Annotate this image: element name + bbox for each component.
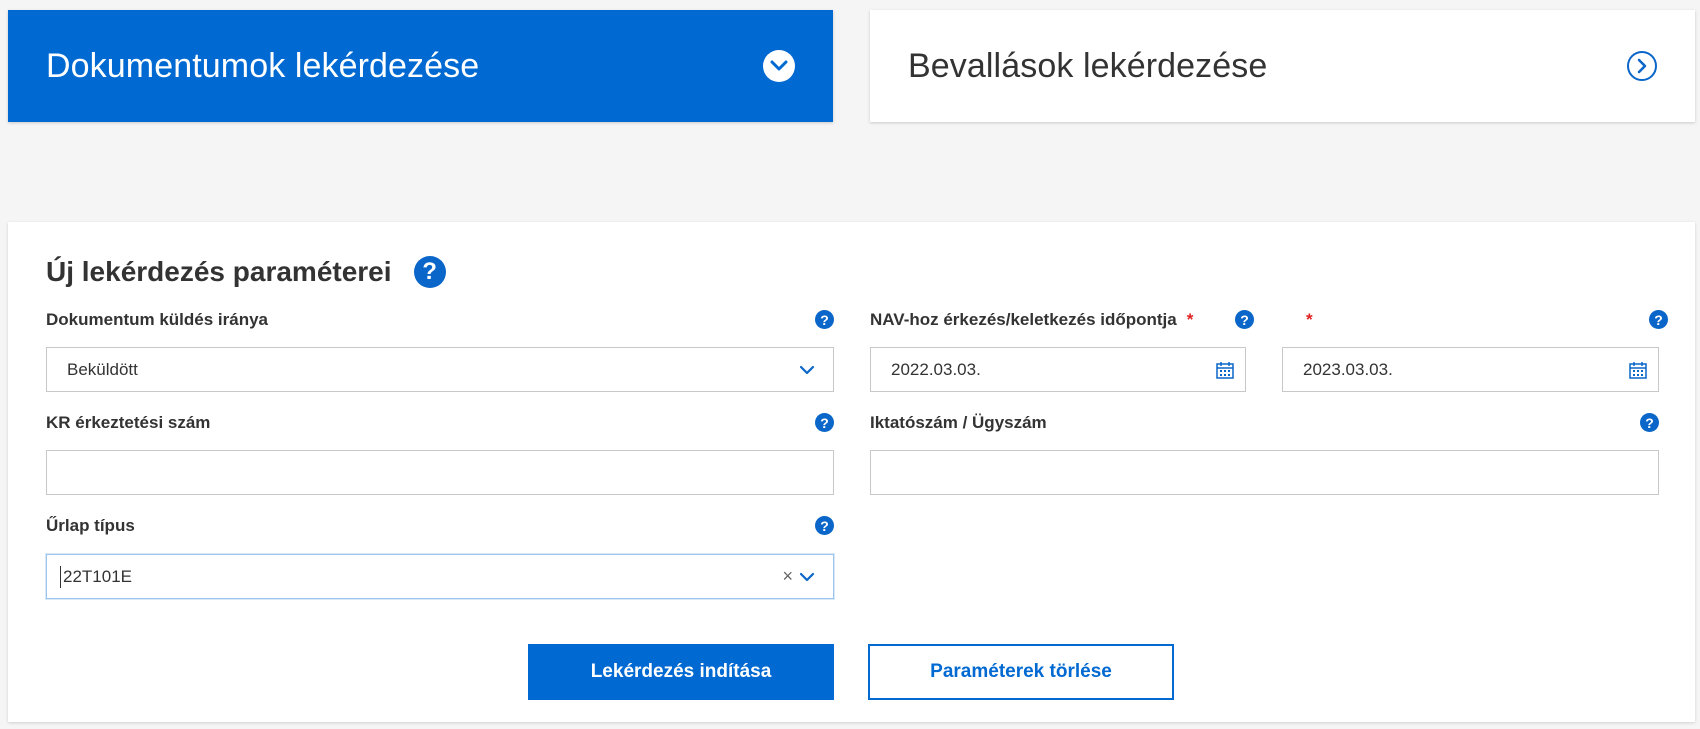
- panel-title-text: Új lekérdezés paraméterei: [46, 256, 392, 287]
- required-marker: *: [1306, 310, 1313, 329]
- tab-returns-query[interactable]: Bevallások lekérdezése: [870, 10, 1695, 122]
- start-query-button[interactable]: Lekérdezés indítása: [528, 644, 834, 700]
- date-to-input[interactable]: 2023.03.03.: [1282, 347, 1659, 392]
- date-from-input[interactable]: 2022.03.03.: [870, 347, 1246, 392]
- direction-select[interactable]: Beküldött: [46, 347, 834, 392]
- form-type-label: Űrlap típus: [46, 516, 135, 535]
- clear-icon[interactable]: ×: [782, 566, 793, 587]
- required-marker: *: [1186, 310, 1194, 329]
- date-field: NAV-hoz érkezés/keletkezés időpontja * ?: [870, 309, 1255, 331]
- direction-label: Dokumentum küldés iránya: [46, 310, 269, 329]
- clear-parameters-button[interactable]: Paraméterek törlése: [868, 644, 1174, 700]
- calendar-icon[interactable]: [1628, 360, 1648, 385]
- tab-documents-query[interactable]: Dokumentumok lekérdezése: [8, 10, 833, 122]
- calendar-icon[interactable]: [1215, 360, 1235, 385]
- help-icon[interactable]: ?: [1235, 310, 1254, 329]
- kr-number-input[interactable]: [46, 450, 834, 495]
- help-icon[interactable]: ?: [413, 256, 446, 288]
- form-type-select[interactable]: 22T101E ×: [46, 554, 834, 599]
- help-icon[interactable]: ?: [815, 516, 834, 535]
- date-to-value: 2023.03.03.: [1303, 359, 1393, 379]
- direction-value: Beküldött: [67, 359, 138, 379]
- tab-returns-title: Bevallások lekérdezése: [908, 46, 1268, 85]
- date-label: NAV-hoz érkezés/keletkezés időpontja: [870, 310, 1177, 329]
- date-from-value: 2022.03.03.: [891, 359, 981, 379]
- help-icon[interactable]: ?: [815, 310, 834, 329]
- panel-title: Új lekérdezés paraméterei ?: [46, 256, 446, 288]
- text-cursor: [60, 565, 61, 588]
- form-type-value: 22T101E: [63, 566, 132, 586]
- chevron-down-icon[interactable]: [799, 568, 815, 588]
- chevron-down-icon[interactable]: [799, 361, 815, 381]
- date-to-field: * ?: [1282, 309, 1668, 331]
- case-number-input[interactable]: [870, 450, 1659, 495]
- kr-number-label: KR érkeztetési szám: [46, 413, 211, 432]
- help-icon[interactable]: ?: [1640, 413, 1659, 432]
- help-icon[interactable]: ?: [815, 413, 834, 432]
- query-parameters-panel: Új lekérdezés paraméterei ? Dokumentum k…: [8, 222, 1695, 722]
- direction-field: Dokumentum küldés iránya ?: [46, 309, 834, 331]
- case-number-label: Iktatószám / Ügyszám: [870, 413, 1047, 432]
- chevron-right-circle-icon[interactable]: [1627, 51, 1657, 81]
- case-number-field: Iktatószám / Ügyszám ?: [870, 412, 1659, 434]
- help-icon[interactable]: ?: [1649, 310, 1668, 329]
- kr-number-field: KR érkeztetési szám ?: [46, 412, 834, 434]
- form-type-field: Űrlap típus ?: [46, 515, 834, 537]
- tab-documents-title: Dokumentumok lekérdezése: [46, 46, 480, 85]
- chevron-down-circle-icon[interactable]: [763, 50, 795, 82]
